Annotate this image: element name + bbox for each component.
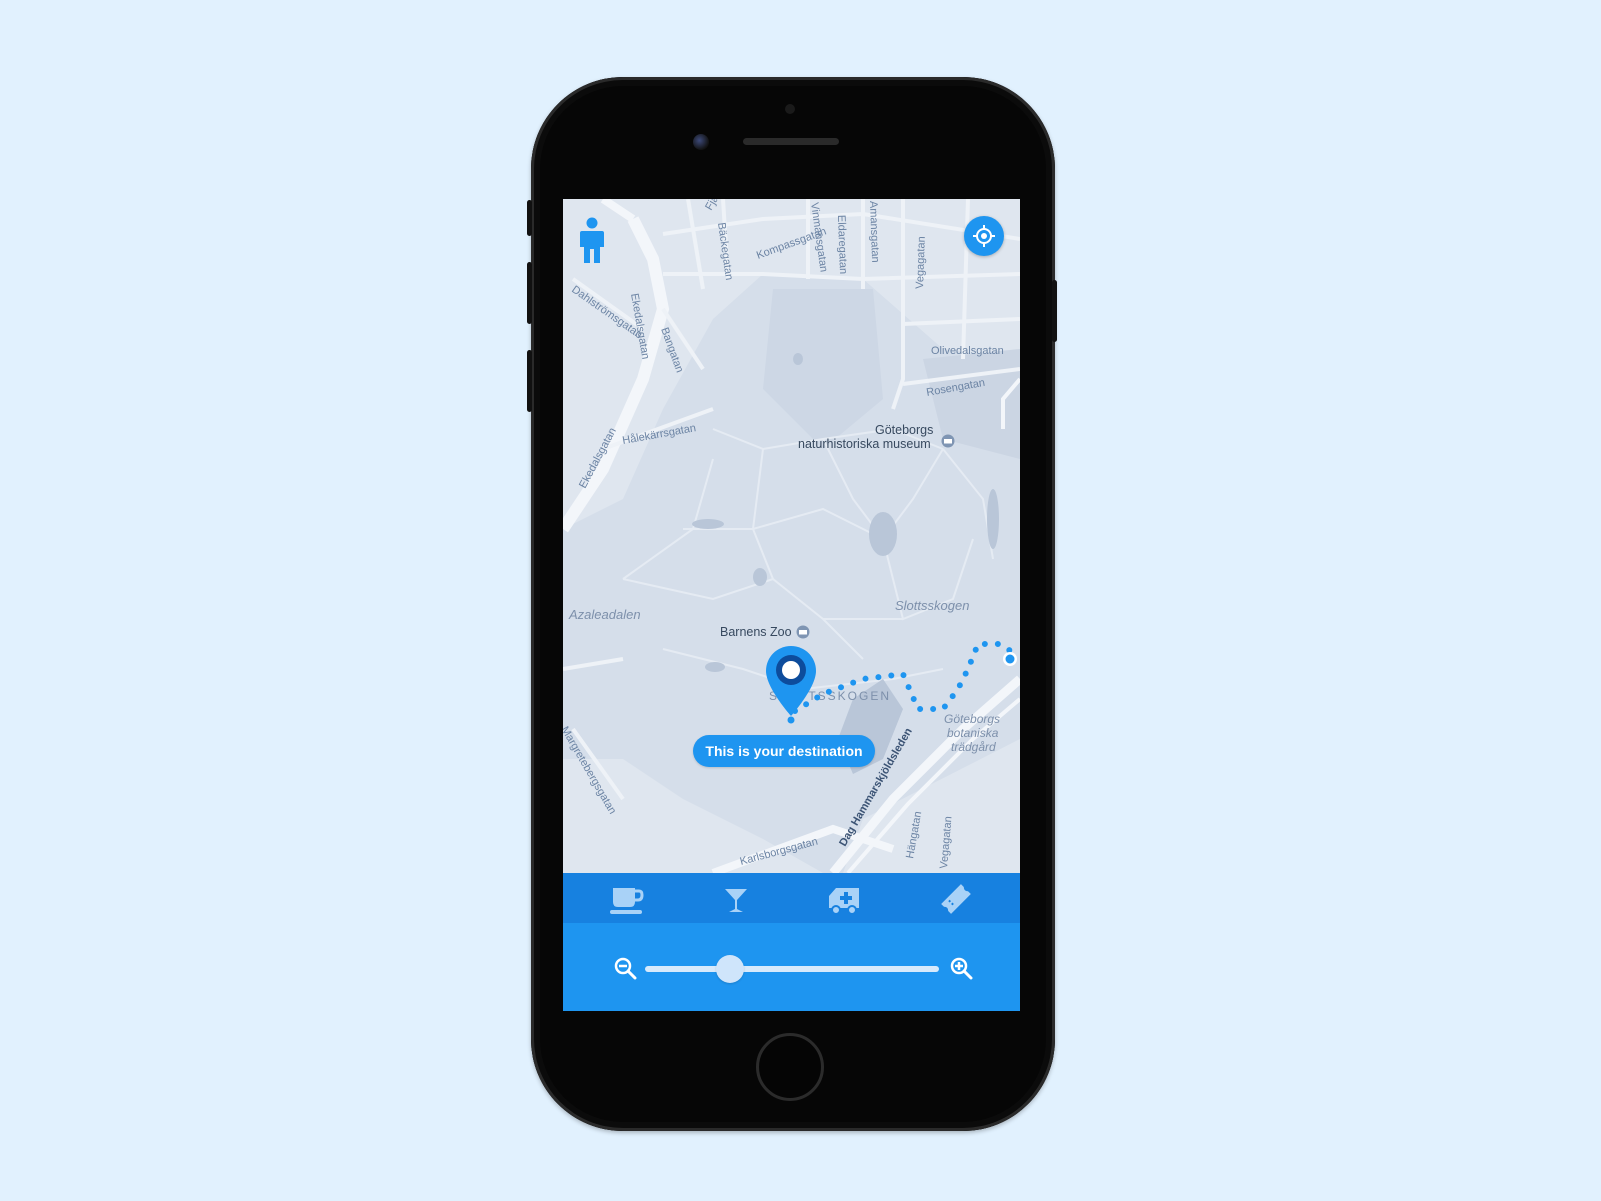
destination-tooltip: This is your destination xyxy=(693,735,875,767)
zoom-slider-track[interactable] xyxy=(645,966,939,972)
cocktail-glass-icon xyxy=(725,889,747,912)
zoom-control-panel xyxy=(563,923,1020,1011)
category-tickets[interactable] xyxy=(938,882,974,916)
current-location-dot xyxy=(1003,652,1017,666)
crosshair-icon xyxy=(973,225,995,247)
map-pin-icon[interactable] xyxy=(764,644,818,724)
garden-label-line3: trädgård xyxy=(951,740,996,754)
ambulance-icon xyxy=(829,888,859,915)
street-label: Olivedalsgatan xyxy=(931,345,1004,357)
zoom-out-button[interactable] xyxy=(613,956,637,980)
category-bar-drinks[interactable] xyxy=(718,882,754,916)
garden-label-line1: Göteborgs xyxy=(944,712,1000,726)
museum-icon xyxy=(941,434,955,448)
category-coffee[interactable] xyxy=(609,882,645,916)
zoom-out-icon xyxy=(614,957,637,980)
home-button[interactable] xyxy=(756,1033,824,1101)
street-label: Eldaregatan xyxy=(835,215,849,275)
street-label: Vegagatan xyxy=(914,236,928,289)
zoom-in-button[interactable] xyxy=(949,956,973,980)
locate-me-button[interactable] xyxy=(964,216,1004,256)
map-view[interactable]: Fjäll Bäckegatan Kompassgatan Vinmansgat… xyxy=(563,199,1020,873)
zoom-slider-thumb[interactable] xyxy=(716,955,745,983)
app-screen: Fjäll Bäckegatan Kompassgatan Vinmansgat… xyxy=(563,199,1020,1011)
person-icon[interactable] xyxy=(577,217,607,265)
garden-label-line2: botaniska xyxy=(947,726,999,740)
volume-down-button xyxy=(527,350,532,412)
zoo-icon xyxy=(796,625,810,639)
museum-label-line1: Göteborgs xyxy=(875,423,933,437)
street-label: Amansgatan xyxy=(867,201,881,263)
museum-label-line2: naturhistoriska museum xyxy=(798,437,931,451)
category-hospital[interactable] xyxy=(826,882,862,916)
azalea-label: Azaleadalen xyxy=(568,607,641,622)
front-camera xyxy=(693,134,709,150)
earpiece-speaker xyxy=(743,138,839,145)
zoom-in-icon xyxy=(950,957,973,980)
park-area-label: Slottsskogen xyxy=(895,598,969,613)
power-button xyxy=(1052,280,1057,342)
coffee-cup-icon xyxy=(610,888,644,914)
proximity-sensor xyxy=(785,104,795,114)
ticket-icon xyxy=(941,884,971,914)
zoo-label: Barnens Zoo xyxy=(720,625,792,639)
mute-switch xyxy=(527,200,532,236)
volume-up-button xyxy=(527,262,532,324)
category-bar xyxy=(563,873,1020,923)
